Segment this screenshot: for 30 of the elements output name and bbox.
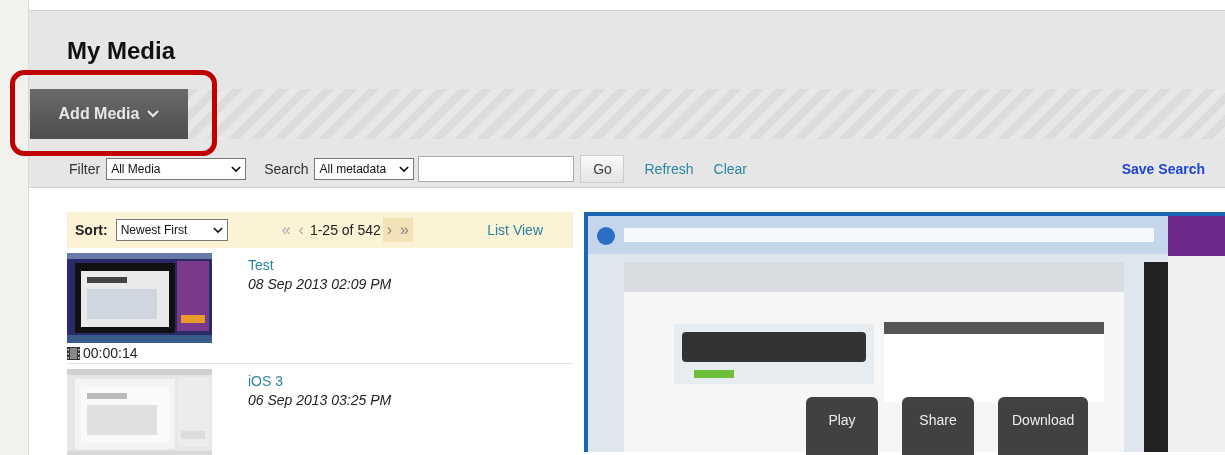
go-button[interactable]: Go xyxy=(580,155,625,183)
media-title-link[interactable]: iOS 3 xyxy=(248,373,392,389)
duration: 00:00:14 xyxy=(83,345,138,361)
list-view-link[interactable]: List View xyxy=(487,222,543,238)
caret-icon xyxy=(231,165,242,173)
toolbar-link[interactable]: Refresh xyxy=(644,161,694,177)
sort-label: Sort: xyxy=(75,222,108,238)
media-action-button[interactable]: Share xyxy=(902,397,974,455)
toolbar-link[interactable]: Clear xyxy=(713,161,747,177)
caret-icon xyxy=(399,165,410,173)
page-range: 1-25 of 542 xyxy=(309,222,381,238)
media-action-button[interactable]: Play xyxy=(806,397,878,455)
media-action-button[interactable]: Download xyxy=(998,397,1089,455)
media-date: 08 Sep 2013 02:09 PM xyxy=(248,276,392,292)
pager-button[interactable]: » xyxy=(396,218,413,242)
search-field[interactable] xyxy=(418,156,575,182)
add-media-button[interactable]: Add Media xyxy=(30,89,188,139)
search-label: Search xyxy=(264,161,309,177)
filter-dropdown[interactable]: All Media xyxy=(106,158,247,180)
page-title: My Media xyxy=(67,37,177,66)
film-icon xyxy=(67,346,80,360)
chevron-down-icon xyxy=(147,110,160,118)
search-scope-dropdown[interactable]: All metadata xyxy=(314,158,415,180)
pager-button[interactable]: › xyxy=(382,218,397,242)
media-date: 06 Sep 2013 03:25 PM xyxy=(248,392,392,408)
filter-label: Filter xyxy=(69,161,101,177)
save-search-link[interactable]: Save Search xyxy=(1121,161,1205,177)
sort-dropdown[interactable]: Newest First xyxy=(115,219,228,241)
caret-icon xyxy=(212,226,223,234)
media-title-link[interactable]: Test xyxy=(248,257,392,273)
